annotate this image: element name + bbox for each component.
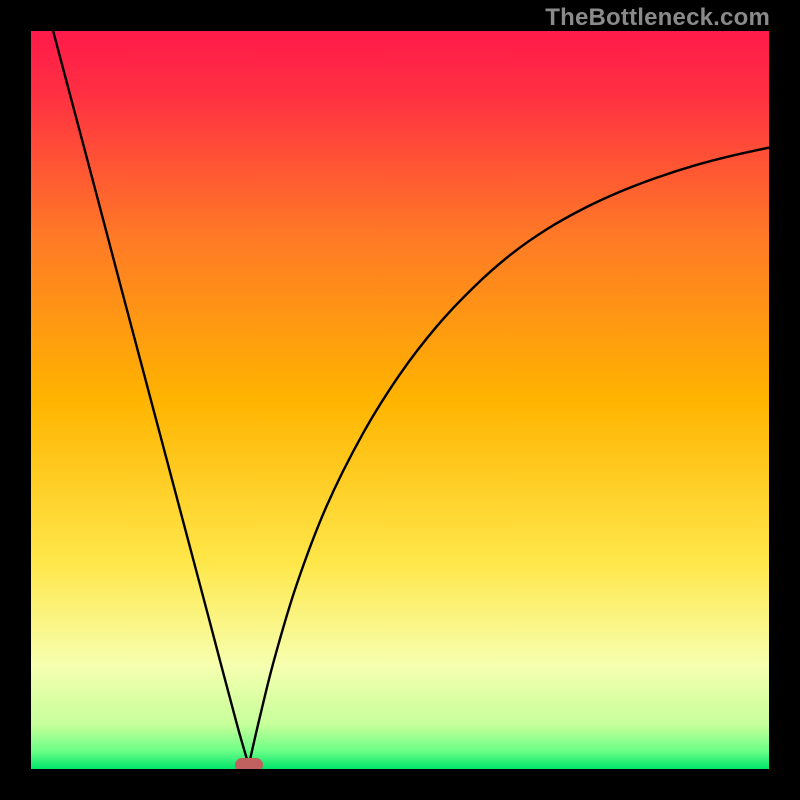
- optimal-marker: [235, 758, 263, 769]
- chart-frame: TheBottleneck.com: [0, 0, 800, 800]
- bottleneck-curve: [31, 31, 769, 769]
- plot-area: [31, 31, 769, 769]
- curve-path: [53, 31, 769, 765]
- watermark-text: TheBottleneck.com: [545, 4, 770, 32]
